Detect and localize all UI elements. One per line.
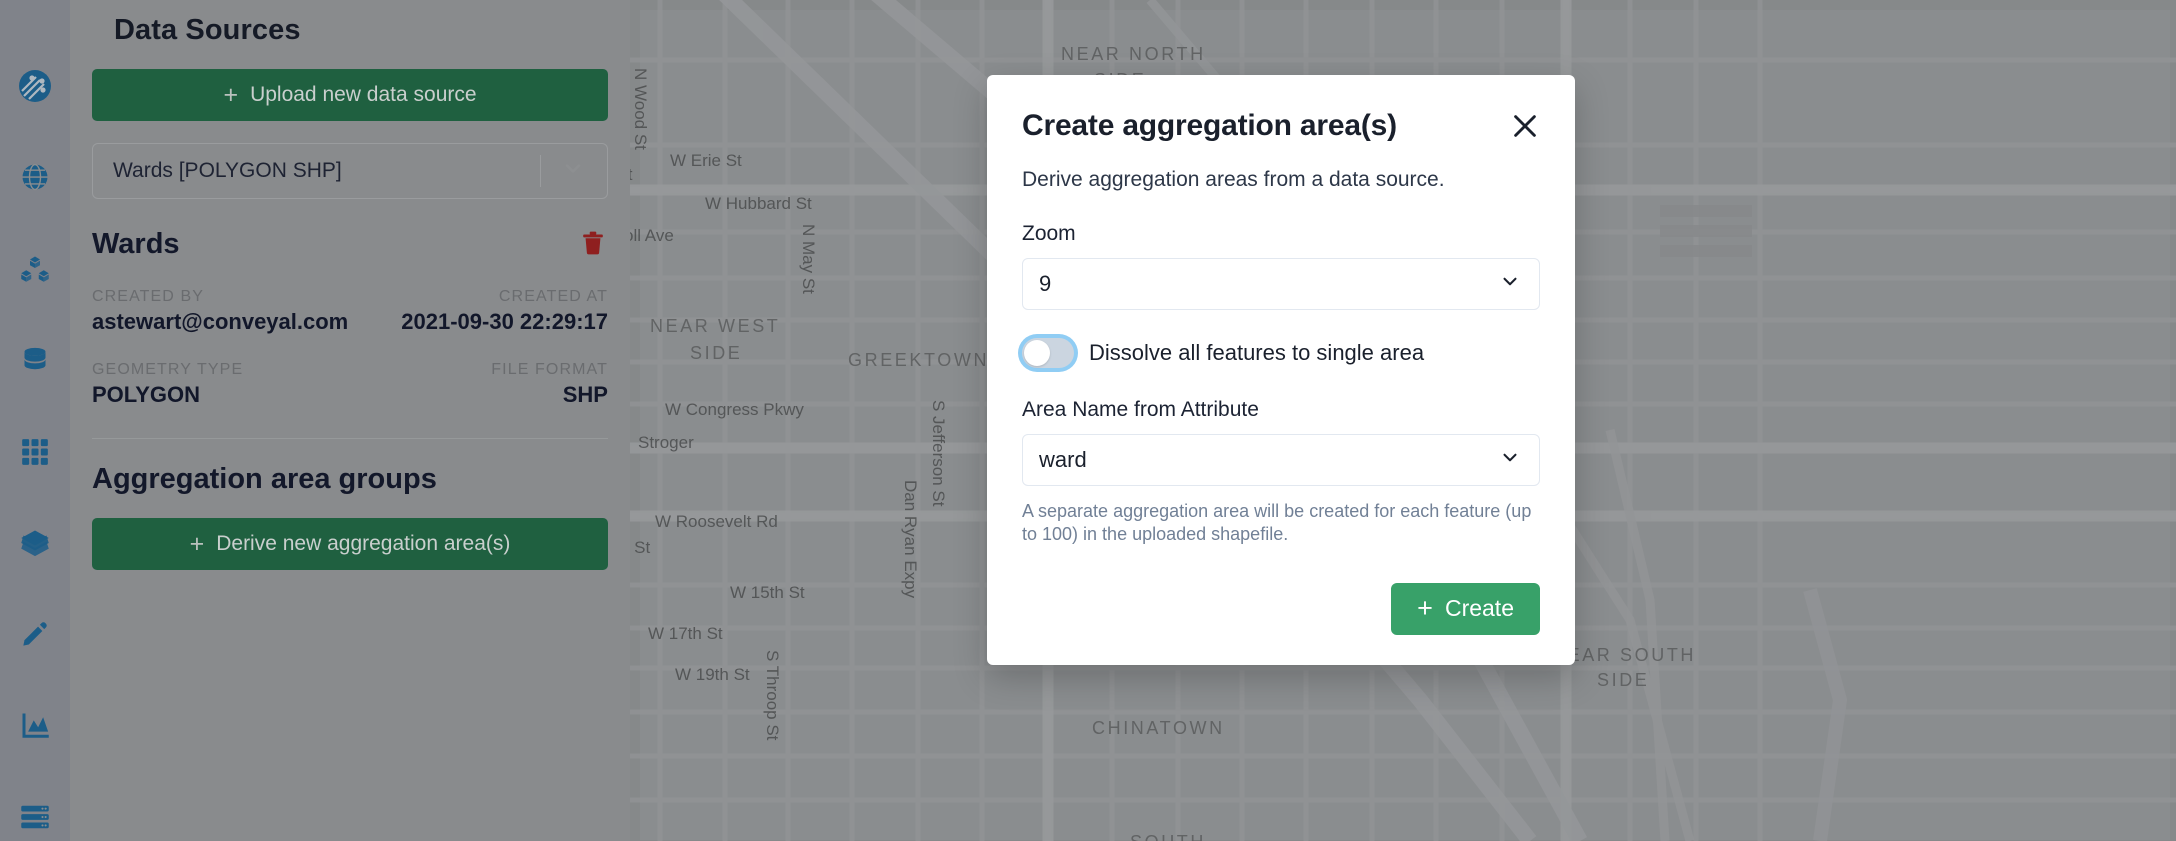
meta-label: FILE FORMAT (491, 361, 608, 378)
globe-icon (20, 162, 50, 192)
create-button[interactable]: + Create (1391, 582, 1540, 635)
chevron-down-icon (561, 157, 585, 186)
page-title: Data Sources (114, 14, 301, 46)
derive-button-label: Derive new aggregation area(s) (216, 532, 511, 555)
delete-data-source-button[interactable] (578, 227, 608, 262)
map-label: NEAR NORTH (1061, 44, 1206, 64)
layers-icon (20, 528, 50, 558)
meta-value: astewart@conveyal.com (92, 309, 349, 334)
map-label: W Roosevelt Rd (655, 512, 778, 531)
sidebar-item-edit-modifications[interactable] (0, 610, 70, 658)
meta-file-format: FILE FORMAT SHP (491, 361, 608, 408)
modal-subtitle: Derive aggregation areas from a data sou… (1022, 168, 1445, 191)
map-label: S Jefferson St (929, 400, 948, 507)
meta-label: CREATED BY (92, 288, 205, 305)
map-label: N May St (799, 224, 818, 294)
map-label: S Throop St (763, 650, 782, 741)
pencil-icon (21, 620, 49, 648)
dissolve-toggle-row: Dissolve all features to single area (1022, 338, 1540, 368)
trash-icon (582, 231, 604, 258)
map-label: SIDE (690, 343, 743, 363)
map-label: it (630, 165, 633, 184)
attribute-select[interactable]: ward (1022, 434, 1540, 486)
map-label: W Erie St (670, 151, 742, 170)
zoom-field-label: Zoom (1022, 222, 1076, 245)
app-root: NEAR NORTH SIDE N Wood St W Erie St it W Hubb… (0, 0, 2176, 841)
attribute-field-label: Area Name from Attribute (1022, 398, 1259, 421)
attribute-select-value: ward (1039, 447, 1087, 472)
sidebar-item-data-sources[interactable] (0, 519, 70, 567)
meta-value: SHP (562, 382, 608, 407)
chart-icon (20, 712, 50, 740)
select-divider (540, 155, 541, 187)
data-sources-panel: Data Sources + Upload new data source Wa… (70, 0, 630, 841)
map-label: GREEKTOWN (848, 350, 990, 370)
sidebar-item-analyze[interactable] (0, 702, 70, 750)
meta-created-at: CREATED AT 2021-09-30 22:29:17 (401, 288, 608, 335)
conveyal-logo-icon (18, 69, 52, 103)
close-modal-button[interactable] (1510, 109, 1540, 144)
plus-icon: + (1417, 593, 1433, 624)
sidebar-item-conveyal-logo[interactable] (0, 62, 70, 110)
meta-label: GEOMETRY TYPE (92, 361, 244, 378)
server-list-icon (20, 804, 50, 830)
meta-value: POLYGON (92, 382, 200, 407)
sidebar-item-network-bundles[interactable] (0, 245, 70, 293)
map-label: N Wood St (631, 68, 650, 150)
panel-divider (92, 438, 608, 439)
sidebar-item-spatial-datasets[interactable] (0, 428, 70, 476)
meta-row-format: GEOMETRY TYPE POLYGON FILE FORMAT SHP (92, 361, 608, 408)
map-label: oll Ave (630, 226, 674, 245)
map-label: Stroger (638, 433, 694, 452)
dissolve-toggle-label: Dissolve all features to single area (1089, 340, 1425, 365)
sidebar-item-regions[interactable] (0, 153, 70, 201)
icon-rail (0, 0, 70, 841)
map-label: SOUTH (1130, 832, 1206, 841)
data-source-header: Wards (92, 227, 608, 262)
zoom-select-value: 9 (1039, 271, 1052, 296)
meta-row-created: CREATED BY astewart@conveyal.com CREATED… (92, 288, 608, 335)
meta-label: CREATED AT (498, 288, 608, 305)
create-button-label: Create (1444, 595, 1514, 622)
attribute-helper-text: A separate aggregation area will be crea… (1022, 501, 1532, 545)
close-icon (1510, 115, 1540, 144)
map-label: Dan Ryan Expy (901, 480, 920, 599)
toggle-knob (1024, 340, 1050, 366)
map-label: SIDE (1597, 670, 1650, 690)
map-label: CHINATOWN (1092, 718, 1225, 738)
meta-geometry-type: GEOMETRY TYPE POLYGON (92, 361, 243, 408)
meta-created-by: CREATED BY astewart@conveyal.com (92, 288, 348, 335)
network-bundle-icon (20, 254, 50, 284)
create-aggregation-area-modal: Create aggregation area(s) Derive aggreg… (987, 75, 1575, 665)
data-source-select-value: Wards [POLYGON SHP] (113, 159, 342, 182)
derive-new-aggregation-areas-button[interactable]: + Derive new aggregation area(s) (92, 518, 608, 570)
zoom-select[interactable]: 9 (1022, 258, 1540, 310)
map-label: W Hubbard St (705, 194, 812, 213)
data-source-name: Wards (92, 228, 180, 260)
sidebar-item-regional-analyses[interactable] (0, 793, 70, 841)
dissolve-toggle[interactable] (1022, 338, 1074, 368)
sidebar-item-opportunity-data[interactable] (0, 336, 70, 384)
database-icon (21, 345, 49, 375)
chevron-down-icon (1499, 447, 1521, 474)
meta-value: 2021-09-30 22:29:17 (401, 309, 608, 334)
map-label: NEAR WEST (650, 316, 781, 336)
modal-footer: + Create (1022, 582, 1540, 635)
upload-new-data-source-button[interactable]: + Upload new data source (92, 69, 608, 121)
map-label: h St (630, 538, 651, 557)
upload-button-label: Upload new data source (250, 83, 477, 106)
modal-header: Create aggregation area(s) (1022, 109, 1540, 144)
modal-title: Create aggregation area(s) (1022, 109, 1397, 142)
grid-icon (21, 438, 49, 466)
plus-icon: + (189, 529, 205, 558)
map-label: W 15th St (730, 583, 805, 602)
plus-icon: + (223, 80, 239, 109)
map-label: W Congress Pkwy (665, 400, 804, 419)
map-label: W 17th St (648, 624, 723, 643)
data-source-select[interactable]: Wards [POLYGON SHP] (92, 143, 608, 199)
chevron-down-icon (1499, 271, 1521, 298)
map-label: W 19th St (675, 665, 750, 684)
aggregation-section-title: Aggregation area groups (92, 463, 437, 495)
